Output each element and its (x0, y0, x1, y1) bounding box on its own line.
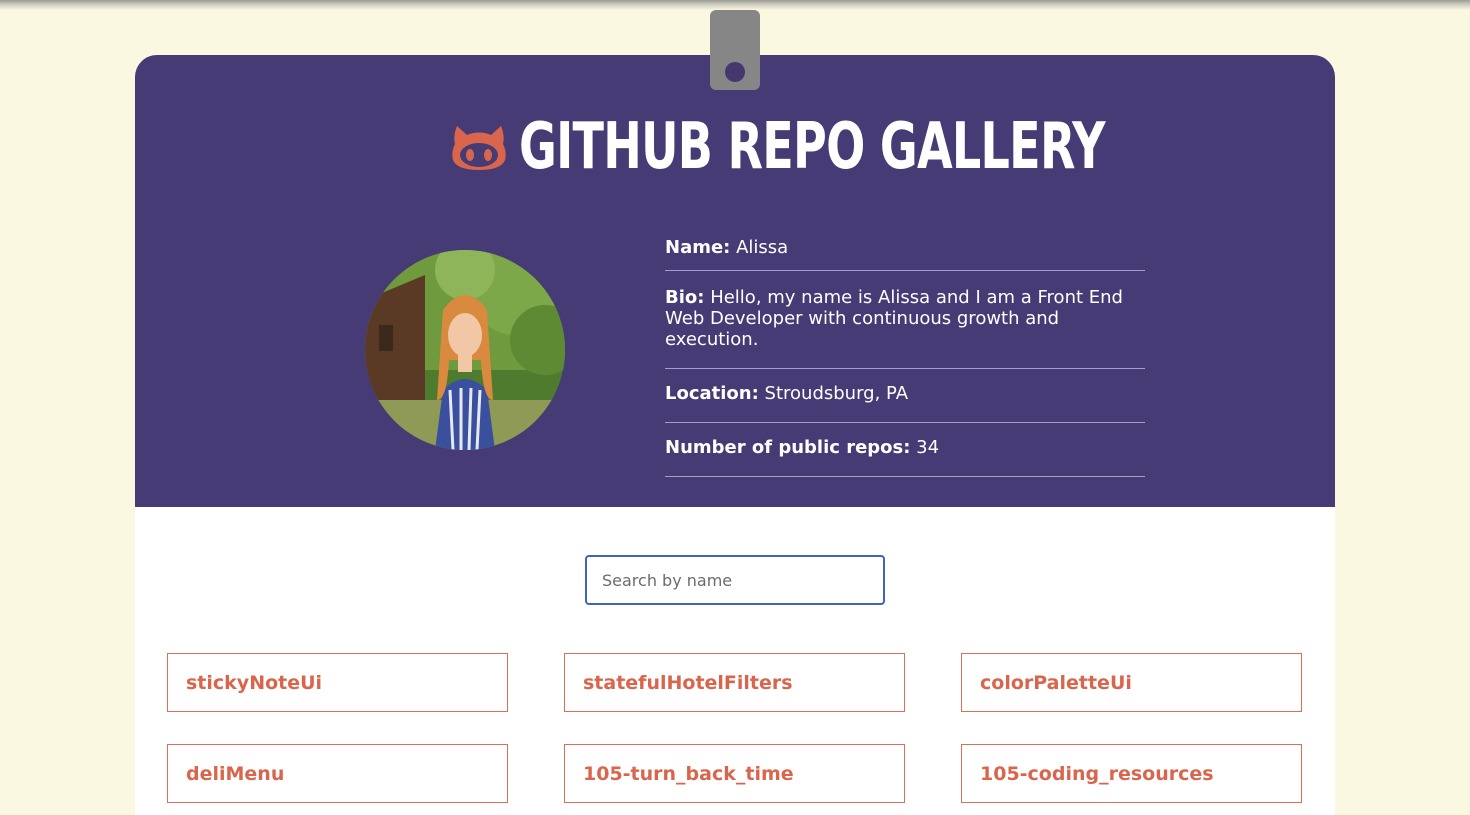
repo-name: 105-coding_resources (980, 762, 1214, 785)
bio-value: Hello, my name is Alissa and I am a Fron… (665, 287, 1123, 350)
profile-bio-row: Bio: Hello, my name is Alissa and I am a… (665, 271, 1145, 369)
repo-card[interactable]: colorPaletteUi (961, 653, 1302, 712)
clip-hole (725, 62, 745, 82)
profile-header: GITHUB REPO GALLERY Name: Alissa Bio: He… (135, 55, 1335, 507)
name-value: Alissa (730, 237, 789, 258)
repo-name: colorPaletteUi (980, 671, 1132, 694)
repos-count-label: Number of public repos: (665, 437, 911, 458)
title-row: GITHUB REPO GALLERY (135, 107, 1335, 187)
repos-count-value: 34 (910, 437, 940, 458)
avatar (365, 250, 565, 450)
repo-card[interactable]: 105-turn_back_time (564, 744, 905, 803)
profile-info: Name: Alissa Bio: Hello, my name is Alis… (665, 225, 1145, 477)
repo-name: stickyNoteUi (186, 671, 323, 694)
profile-location-row: Location: Stroudsburg, PA (665, 369, 1145, 423)
repo-card[interactable]: 105-coding_resources (961, 744, 1302, 803)
octocat-icon (452, 126, 506, 170)
search-container (585, 555, 885, 605)
search-input[interactable] (585, 555, 885, 605)
avatar-photo (365, 250, 565, 450)
repo-name: statefulHotelFilters (583, 671, 793, 694)
name-label: Name: (665, 237, 731, 258)
gallery-card: GITHUB REPO GALLERY Name: Alissa Bio: He… (135, 55, 1335, 815)
clipboard-clip (710, 10, 760, 90)
location-label: Location: (665, 383, 759, 404)
profile-repos-row: Number of public repos: 34 (665, 423, 1145, 477)
repo-card[interactable]: statefulHotelFilters (564, 653, 905, 712)
profile-name-row: Name: Alissa (665, 225, 1145, 271)
location-value: Stroudsburg, PA (758, 383, 909, 404)
repo-name: deliMenu (186, 762, 285, 785)
repo-name: 105-turn_back_time (583, 762, 794, 785)
repo-card[interactable]: deliMenu (167, 744, 508, 803)
bio-label: Bio: (665, 287, 705, 308)
page-title: GITHUB REPO GALLERY (519, 110, 1106, 184)
repo-card[interactable]: stickyNoteUi (167, 653, 508, 712)
window-top-shadow (0, 0, 1470, 10)
